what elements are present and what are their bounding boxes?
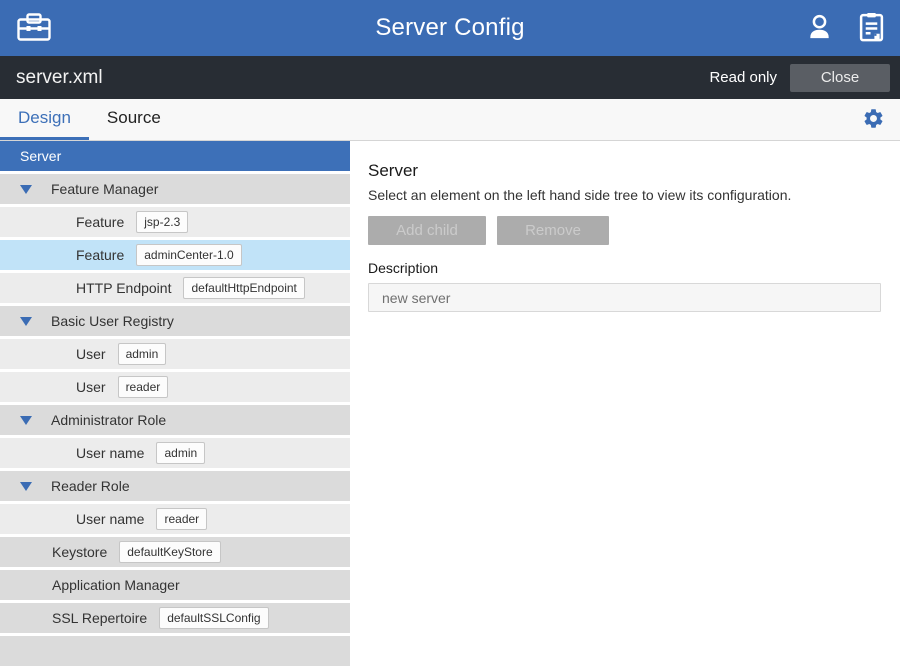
detail-heading: Server — [368, 161, 881, 181]
tree-item-label: User name — [76, 511, 144, 527]
tab-design[interactable]: Design — [0, 99, 89, 140]
tree-item-badge: defaultSSLConfig — [159, 607, 268, 629]
tree-item-ssl-repertoire-defaultsslconfig[interactable]: SSL Repertoire defaultSSLConfig — [0, 603, 350, 633]
tree-item-label: Administrator Role — [51, 412, 166, 428]
tree-item-feature-manager[interactable]: Feature Manager — [0, 174, 350, 204]
description-label: Description — [368, 260, 881, 276]
tree-item-server-root[interactable]: Server — [0, 141, 350, 171]
tree-item-badge: admin — [118, 343, 167, 365]
gear-icon — [862, 107, 885, 133]
settings-button[interactable] — [862, 99, 885, 140]
tree-item-badge: admin — [156, 442, 205, 464]
user-icon — [806, 13, 833, 44]
tree-item-feature-admincenter-1.0[interactable]: Feature adminCenter-1.0 — [0, 240, 350, 270]
tree-item-badge: reader — [156, 508, 207, 530]
tree-item-label: HTTP Endpoint — [76, 280, 171, 296]
tree-item-label: Keystore — [52, 544, 107, 560]
tree-item-administrator-role[interactable]: Administrator Role — [0, 405, 350, 435]
clipboard-icon — [859, 12, 884, 45]
tree-item-badge: defaultHttpEndpoint — [183, 277, 304, 299]
tree-item-label: Feature Manager — [51, 181, 158, 197]
toolbox-tools-button[interactable] — [859, 12, 884, 45]
tree-item-user-name-admin[interactable]: User name admin — [0, 438, 350, 468]
app-header: Server Config — [0, 0, 900, 56]
user-button[interactable] — [806, 13, 833, 44]
tree-filler-row — [0, 636, 350, 666]
config-tree: Server Feature ManagerFeaturejsp-2.3Feat… — [0, 141, 350, 666]
tree-item-application-manager[interactable]: Application Manager — [0, 570, 350, 600]
close-button[interactable]: Close — [790, 64, 890, 92]
tab-bar: Design Source — [0, 99, 900, 141]
tree-item-label: Feature — [76, 214, 124, 230]
detail-instruction: Select an element on the left hand side … — [368, 187, 881, 203]
remove-button[interactable]: Remove — [497, 216, 609, 245]
tree-item-user-name-reader[interactable]: User name reader — [0, 504, 350, 534]
tree-item-user-admin[interactable]: User admin — [0, 339, 350, 369]
detail-panel: Server Select an element on the left han… — [350, 141, 900, 666]
tree-item-label: Feature — [76, 247, 124, 263]
collapse-triangle-icon[interactable] — [20, 185, 32, 194]
tree-items: Feature Manager Feature jsp-2.3 Feature admi… — [0, 174, 350, 633]
toolbox-icon — [16, 11, 52, 46]
tree-item-label: User — [76, 379, 106, 395]
tree-item-label: Basic User Registry — [51, 313, 174, 329]
collapse-triangle-icon[interactable] — [20, 317, 32, 326]
collapse-triangle-icon[interactable] — [20, 482, 32, 491]
tree-item-label: User name — [76, 445, 144, 461]
tree-item-badge: adminCenter-1.0 — [136, 244, 241, 266]
tree-item-http-endpoint-defaulthttpendpoint[interactable]: HTTP Endpoint defaultHttpEndpoint — [0, 273, 350, 303]
file-name: server.xml — [16, 67, 103, 89]
tree-item-user-reader[interactable]: User reader — [0, 372, 350, 402]
tree-item-label: Server — [20, 148, 61, 164]
tree-item-basic-user-registry[interactable]: Basic User Registry — [0, 306, 350, 336]
collapse-triangle-icon[interactable] — [20, 416, 32, 425]
file-bar: server.xml Read only Close — [0, 56, 900, 99]
read-only-label: Read only — [709, 69, 777, 86]
tree-item-label: SSL Repertoire — [52, 610, 147, 626]
tree-item-reader-role[interactable]: Reader Role — [0, 471, 350, 501]
page-title: Server Config — [0, 14, 900, 42]
tree-item-badge: reader — [118, 376, 169, 398]
tab-source[interactable]: Source — [89, 99, 179, 140]
tree-item-label: Application Manager — [52, 577, 180, 593]
toolbox-button[interactable] — [16, 11, 52, 46]
description-input[interactable] — [368, 283, 881, 312]
add-child-button[interactable]: Add child — [368, 216, 486, 245]
tree-item-badge: jsp-2.3 — [136, 211, 188, 233]
tree-item-label: Reader Role — [51, 478, 130, 494]
tree-item-feature-jsp-2.3[interactable]: Feature jsp-2.3 — [0, 207, 350, 237]
tree-item-badge: defaultKeyStore — [119, 541, 220, 563]
tree-item-label: User — [76, 346, 106, 362]
tree-item-keystore-defaultkeystore[interactable]: Keystore defaultKeyStore — [0, 537, 350, 567]
